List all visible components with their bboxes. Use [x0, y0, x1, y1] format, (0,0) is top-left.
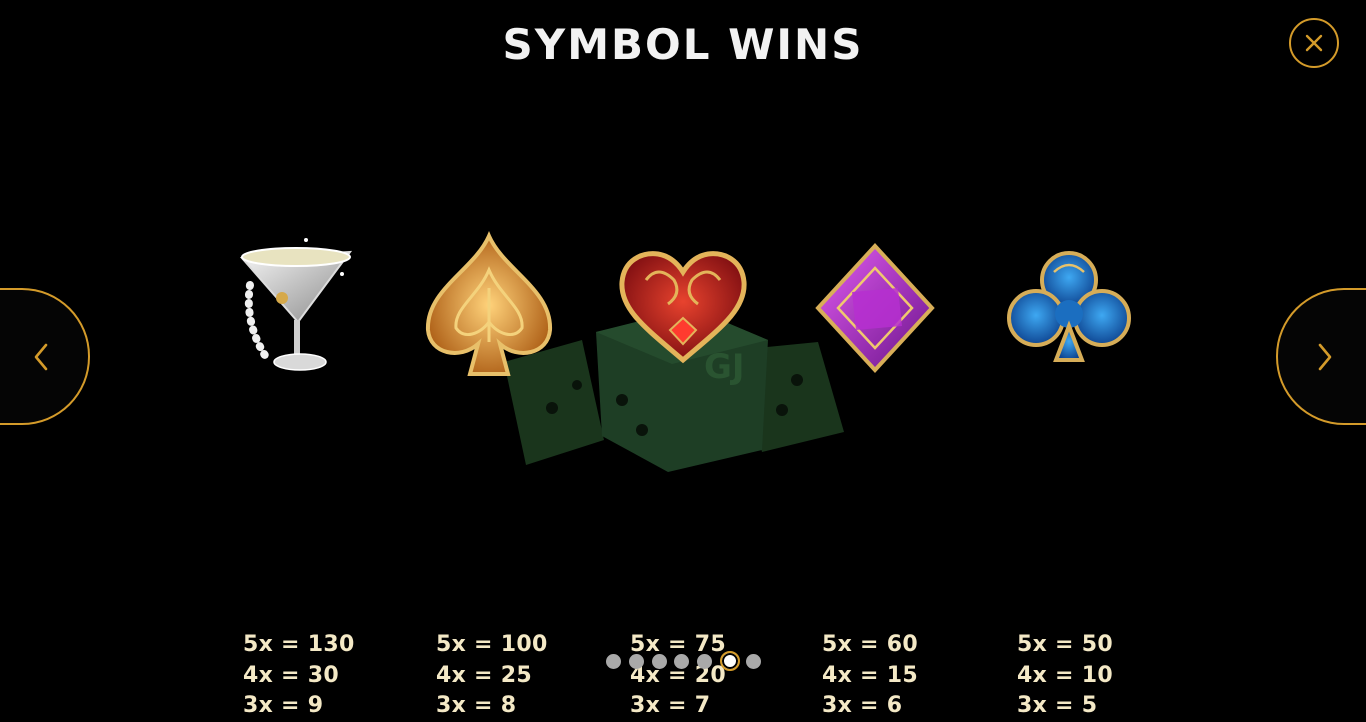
page-dot-2[interactable] — [628, 653, 644, 669]
payout-5x: 5x = 50 — [1017, 632, 1113, 657]
symbol-club: 5x = 50 4x = 10 3x = 5 — [994, 230, 1144, 718]
chevron-right-icon — [1318, 343, 1332, 370]
chevron-left-icon — [34, 343, 48, 370]
payout-3x: 3x = 6 — [822, 693, 903, 718]
spade-icon — [425, 231, 553, 376]
payout-table: 5x = 50 4x = 10 3x = 5 — [1017, 630, 1113, 722]
diamond-icon — [815, 243, 935, 373]
page-indicator — [606, 651, 769, 671]
page-dot-1[interactable] — [606, 653, 621, 669]
close-button[interactable] — [1289, 18, 1339, 68]
payout-table: 5x = 60 4x = 15 3x = 6 — [822, 630, 918, 722]
payout-3x: 3x = 5 — [1017, 693, 1098, 718]
page-dot-3[interactable] — [651, 653, 667, 669]
symbol-diamond: 5x = 60 4x = 15 3x = 6 — [800, 230, 950, 718]
previous-page-button[interactable] — [0, 288, 90, 425]
payout-5x: 5x = 130 — [243, 632, 355, 657]
martini-glass-icon — [239, 238, 353, 371]
symbol-spade: 5x = 100 4x = 25 3x = 8 — [414, 230, 564, 718]
payout-4x: 4x = 10 — [1017, 662, 1113, 688]
page-dot-6[interactable] — [719, 651, 740, 671]
payout-table: 5x = 75 4x = 20 3x = 7 — [630, 630, 726, 722]
payout-3x: 3x = 7 — [630, 693, 711, 718]
payout-4x: 4x = 25 — [436, 662, 532, 688]
payout-5x: 5x = 60 — [822, 632, 918, 657]
payout-5x: 5x = 100 — [436, 632, 548, 657]
payout-3x: 3x = 9 — [243, 693, 324, 718]
club-icon — [1007, 251, 1131, 362]
close-icon — [1305, 34, 1323, 52]
page-title: SYMBOL WINS — [502, 20, 864, 69]
payout-table: 5x = 130 4x = 30 3x = 9 — [243, 630, 355, 722]
payout-4x: 4x = 30 — [243, 662, 339, 688]
symbol-heart: 5x = 75 4x = 20 3x = 7 — [608, 230, 758, 718]
payout-4x: 4x = 15 — [822, 662, 918, 688]
page-dot-5[interactable] — [697, 653, 713, 669]
page-dot-4[interactable] — [674, 653, 690, 669]
page-dot-7[interactable] — [745, 653, 761, 669]
next-page-button[interactable] — [1276, 288, 1366, 425]
symbol-martini: 5x = 130 4x = 30 3x = 9 — [222, 230, 372, 718]
heart-icon — [619, 251, 747, 364]
payout-3x: 3x = 8 — [436, 693, 517, 718]
payout-table: 5x = 100 4x = 25 3x = 8 — [436, 630, 548, 722]
